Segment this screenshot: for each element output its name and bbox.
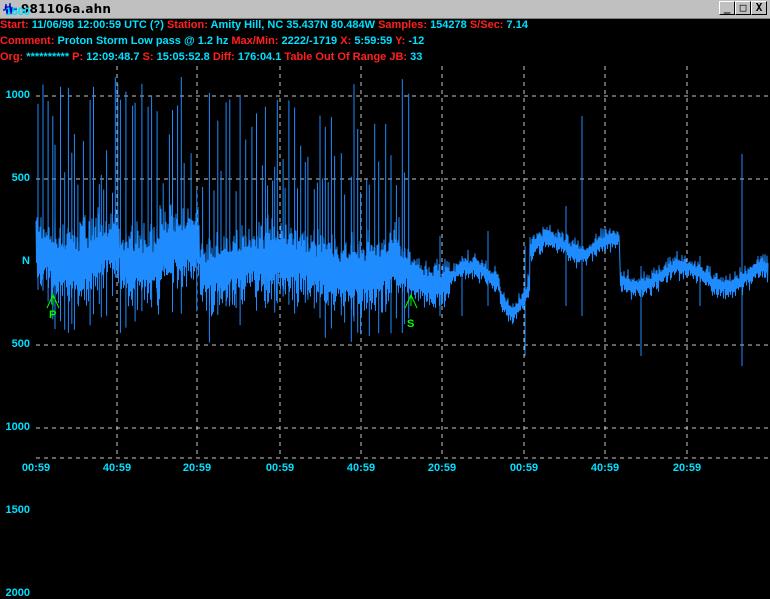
x-tick-label: 40:59 xyxy=(346,462,376,474)
x-tick-label: 40:59 xyxy=(102,462,132,474)
s-label: S: xyxy=(142,51,154,63)
x-tick-label: 00:59 xyxy=(265,462,295,474)
header-info-line: Start: 11/06/98 12:00:59 UTC (?) Station… xyxy=(0,19,528,34)
p-value: 12:09:48.7 xyxy=(86,51,140,63)
comment-info-line: Comment: Proton Storm Low pass @ 1.2 hz … xyxy=(0,35,424,50)
org-value: ********** xyxy=(26,51,70,63)
diff-label: Diff: xyxy=(212,51,235,63)
y-value: -12 xyxy=(408,35,425,47)
samples-value: 154278 xyxy=(430,19,467,31)
x-label: X: xyxy=(340,35,352,47)
close-button[interactable]: X xyxy=(751,1,767,15)
sps-label: S/Sec: xyxy=(469,19,504,31)
seismogram-window: 981106a.ahn _ □ X Start: 11/06/98 12:00:… xyxy=(0,0,770,599)
y-label: Y: xyxy=(395,35,406,47)
seismogram-canvas[interactable] xyxy=(0,66,770,477)
y-tick-label: 1500 xyxy=(5,6,30,18)
seismogram-spikes xyxy=(37,77,743,366)
minimize-button[interactable]: _ xyxy=(719,1,735,15)
start-label: Start: xyxy=(0,19,29,31)
diff-value: 176:04.1 xyxy=(237,51,282,63)
jb-value: 33 xyxy=(410,51,423,63)
y-tick-label-zero: N xyxy=(22,255,30,267)
origin-info-line: Org: ********** P: 12:09:48.7 S: 15:05:5… xyxy=(0,51,422,66)
table-range-label: Table Out Of Range xyxy=(284,51,387,63)
y-tick-label: 2000 xyxy=(5,587,30,599)
jb-label: JB: xyxy=(389,51,408,63)
s-value: 15:05:52.8 xyxy=(156,51,210,63)
maxmin-value: 2222/-1719 xyxy=(281,35,338,47)
title-bar[interactable]: 981106a.ahn _ □ X xyxy=(0,0,770,19)
maxmin-label: Max/Min: xyxy=(231,35,279,47)
phase-marker-s: S xyxy=(407,318,415,330)
x-tick-label: 20:59 xyxy=(672,462,702,474)
y-tick-label: 500 xyxy=(11,172,30,184)
y-tick-label: 500 xyxy=(11,338,30,350)
x-value: 5:59:59 xyxy=(354,35,393,47)
sps-value: 7.14 xyxy=(506,19,528,31)
y-tick-label: 1000 xyxy=(5,421,30,433)
y-tick-label: 1500 xyxy=(5,504,30,516)
x-tick-label: 40:59 xyxy=(590,462,620,474)
station-label: Station: xyxy=(166,19,208,31)
x-tick-label: 20:59 xyxy=(427,462,457,474)
x-tick-label: 00:59 xyxy=(509,462,539,474)
seismogram-plot[interactable]: 200015001000500N500100015002000 00:5940:… xyxy=(0,6,770,599)
station-value: Amity Hill, NC 35.437N 80.484W xyxy=(210,19,376,31)
comment-label: Comment: xyxy=(0,35,55,47)
x-tick-label: 20:59 xyxy=(182,462,212,474)
org-label: Org: xyxy=(0,51,24,63)
window-title: 981106a.ahn xyxy=(21,2,112,16)
maximize-button[interactable]: □ xyxy=(735,1,751,15)
samples-label: Samples: xyxy=(378,19,427,31)
comment-value: Proton Storm Low pass @ 1.2 hz xyxy=(57,35,229,47)
x-tick-label: 00:59 xyxy=(21,462,51,474)
phase-marker-p: P xyxy=(49,309,57,321)
y-tick-label: 1000 xyxy=(5,89,30,101)
start-value: 11/06/98 12:00:59 UTC (?) xyxy=(31,19,164,31)
p-label: P: xyxy=(72,51,84,63)
